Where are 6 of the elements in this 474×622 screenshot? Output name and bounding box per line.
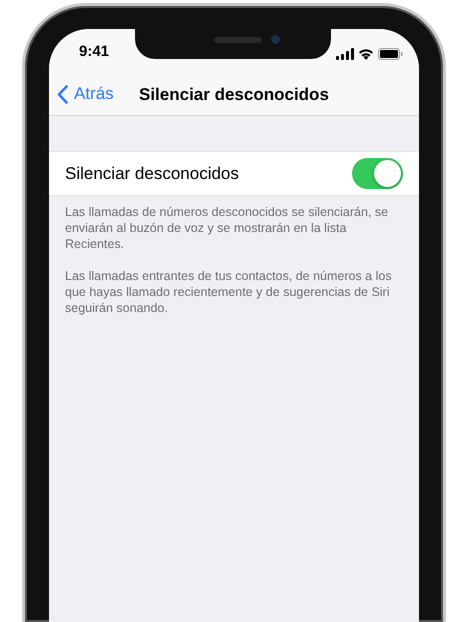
back-button[interactable]: Atrás xyxy=(49,84,114,104)
screen-title: Silenciar desconocidos xyxy=(139,85,330,105)
setting-label: Silenciar desconocidos xyxy=(65,164,239,184)
footer-text: Las llamadas entrantes de tus contactos, de números a los que hayas llamado recientemente y de sugerencias de Siri seguirán sonando. xyxy=(65,268,393,316)
status-time: 9:41 xyxy=(79,42,110,60)
footer-text: Las llamadas de números desconocidos se silenciarán, se enviarán al buzón de voz y se mostrarán en la lista Recientes. xyxy=(65,204,390,252)
